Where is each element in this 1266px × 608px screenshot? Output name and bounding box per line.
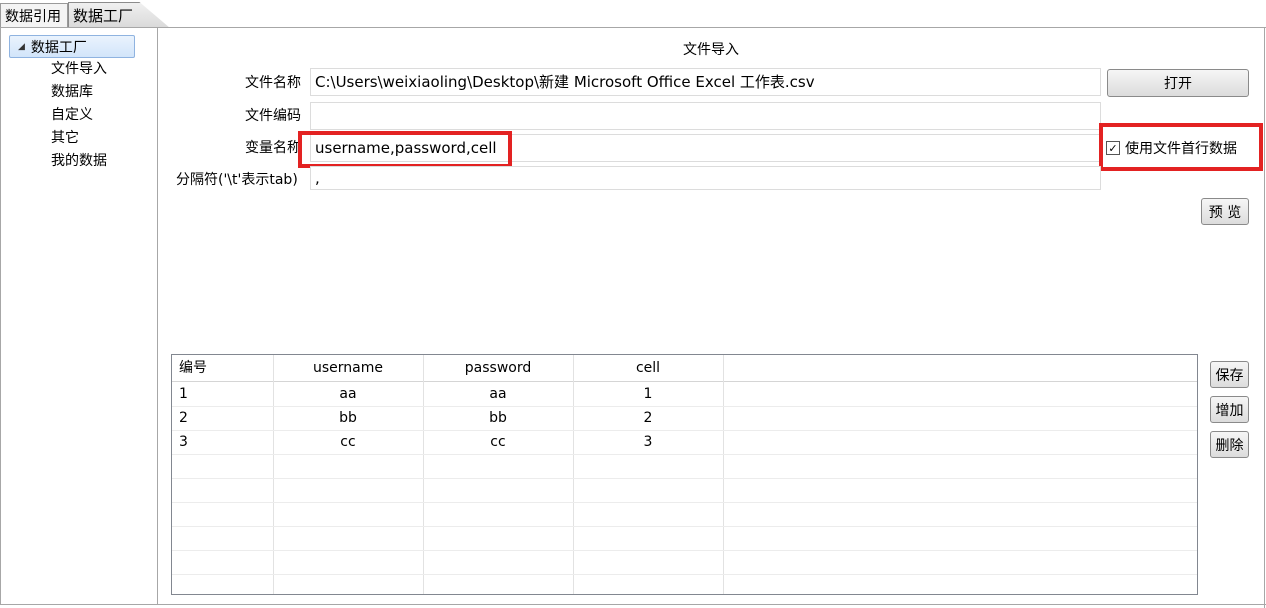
open-file-button[interactable]: 打开 — [1107, 69, 1249, 97]
separator-input[interactable]: , — [310, 166, 1101, 190]
cell-username[interactable]: aa — [273, 382, 423, 406]
checkbox-highlight — [1099, 123, 1263, 171]
file-name-input[interactable]: C:\Users\weixiaoling\Desktop\新建 Microsof… — [310, 68, 1101, 96]
frame-bottom — [0, 604, 1266, 605]
tree-item-other[interactable]: 其它 — [51, 128, 79, 148]
tree-root-data-factory[interactable]: ◢ 数据工厂 — [9, 35, 135, 58]
row-divider — [172, 550, 1197, 551]
cell-password[interactable]: aa — [423, 382, 573, 406]
tab-data-factory[interactable]: 数据工厂 — [68, 2, 170, 28]
cell-username[interactable]: bb — [273, 406, 423, 430]
tree-item-file-import[interactable]: 文件导入 — [51, 59, 107, 79]
cell-username[interactable]: cc — [273, 430, 423, 454]
tab-data-reference[interactable]: 数据引用 — [0, 3, 68, 28]
cell-cell[interactable]: 2 — [573, 406, 723, 430]
cell-id[interactable]: 1 — [179, 382, 269, 406]
data-grid[interactable]: 编号 username password cell 1 aa aa 1 2 bb… — [171, 354, 1198, 595]
preview-button[interactable]: 预 览 — [1201, 198, 1249, 225]
column-header-id[interactable]: 编号 — [179, 355, 269, 382]
tree-root-label: 数据工厂 — [30, 39, 87, 56]
column-divider — [723, 355, 724, 594]
row-divider — [172, 526, 1197, 527]
collapse-triangle-icon[interactable]: ◢ — [18, 42, 25, 52]
save-button[interactable]: 保存 — [1210, 361, 1249, 388]
row-divider — [172, 502, 1197, 503]
separator-label: 分隔符('\t'表示tab) — [176, 172, 298, 188]
file-name-label: 文件名称 — [245, 75, 301, 91]
row-divider — [172, 454, 1197, 455]
add-row-button[interactable]: 增加 — [1210, 396, 1249, 423]
page-title: 文件导入 — [683, 42, 739, 58]
variable-name-highlight — [298, 131, 512, 168]
tree-item-my-data[interactable]: 我的数据 — [51, 151, 107, 171]
sidebar-tree: ◢ 数据工厂 文件导入 数据库 自定义 其它 我的数据 — [1, 28, 158, 604]
frame-right — [1264, 27, 1265, 608]
encoding-input[interactable] — [310, 102, 1101, 130]
delete-row-button[interactable]: 删除 — [1210, 431, 1249, 458]
grid-header: 编号 username password cell — [172, 355, 1197, 382]
cell-cell[interactable]: 1 — [573, 382, 723, 406]
column-header-username[interactable]: username — [273, 355, 423, 382]
variable-name-label: 变量名称 — [245, 140, 301, 156]
tab-strip: 数据引用 数据工厂 — [0, 0, 1266, 28]
data-factory-window: 数据引用 数据工厂 ◢ 数据工厂 文件导入 数据库 自定义 其它 我的数据 文件… — [0, 0, 1266, 608]
cell-id[interactable]: 2 — [179, 406, 269, 430]
tree-item-custom[interactable]: 自定义 — [51, 105, 93, 125]
tab-divider — [0, 27, 1266, 28]
cell-cell[interactable]: 3 — [573, 430, 723, 454]
tree-item-database[interactable]: 数据库 — [51, 82, 93, 102]
column-header-password[interactable]: password — [423, 355, 573, 382]
row-divider — [172, 574, 1197, 575]
cell-id[interactable]: 3 — [179, 430, 269, 454]
column-header-cell[interactable]: cell — [573, 355, 723, 382]
encoding-label: 文件编码 — [245, 108, 301, 124]
cell-password[interactable]: cc — [423, 430, 573, 454]
row-divider — [172, 478, 1197, 479]
cell-password[interactable]: bb — [423, 406, 573, 430]
